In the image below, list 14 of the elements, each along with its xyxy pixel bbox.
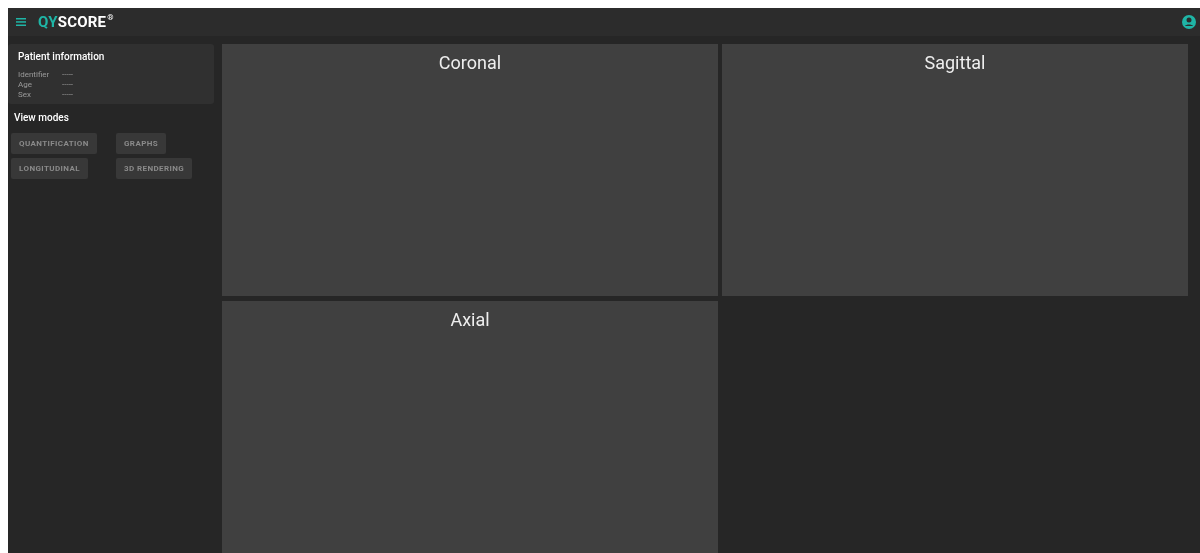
user-icon[interactable] (1182, 15, 1196, 29)
view-title: Axial (450, 309, 490, 331)
field-value: ----- (62, 80, 74, 90)
card-title: Patient information (18, 51, 106, 62)
view-title: Coronal (438, 52, 502, 74)
field-label: Identifier (18, 70, 51, 80)
menu-icon[interactable] (16, 18, 26, 26)
field-value: ----- (62, 70, 74, 80)
field-label: Age (18, 80, 33, 90)
section-title: View modes (14, 112, 70, 123)
field-value: ----- (62, 90, 74, 100)
field-label: Sex (18, 90, 32, 100)
logo: QYSCORE® (38, 13, 114, 31)
view-title: Sagittal (924, 52, 986, 74)
